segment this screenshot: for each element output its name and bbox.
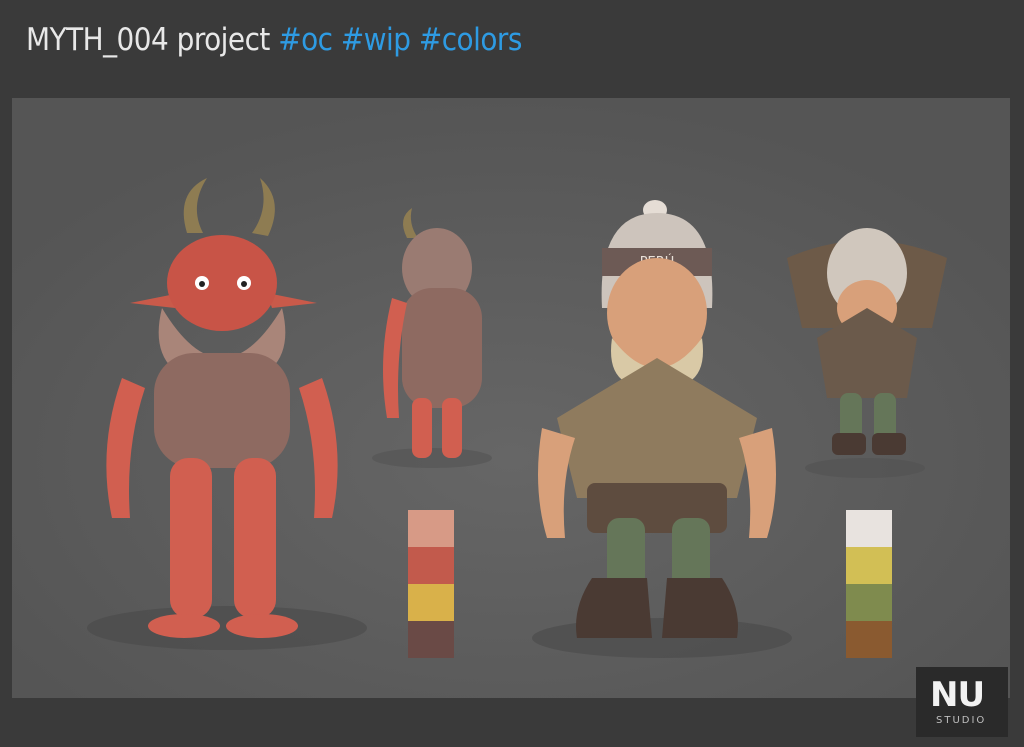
title-tags: #oc #wip #colors xyxy=(278,22,522,58)
artwork-canvas: PERÚ xyxy=(12,98,1010,698)
header: MYTH_004 project #oc #wip #colors xyxy=(0,0,1024,96)
palette-swatch xyxy=(408,584,454,621)
troll-palette xyxy=(408,510,454,658)
palette-swatch xyxy=(846,584,892,621)
logo-mark: NU xyxy=(930,675,985,715)
logo-subtitle: STUDIO xyxy=(936,715,987,726)
gnome-palette xyxy=(846,510,892,658)
palette-swatch xyxy=(408,547,454,584)
palette-swatch xyxy=(408,510,454,547)
title-text: MYTH_004 project xyxy=(26,22,270,58)
page-title: MYTH_004 project #oc #wip #colors xyxy=(26,22,522,58)
palette-swatch xyxy=(846,547,892,584)
palette-swatch xyxy=(846,510,892,547)
studio-logo: NU STUDIO xyxy=(916,667,1008,737)
palette-swatch xyxy=(408,621,454,658)
palette-swatch xyxy=(846,621,892,658)
